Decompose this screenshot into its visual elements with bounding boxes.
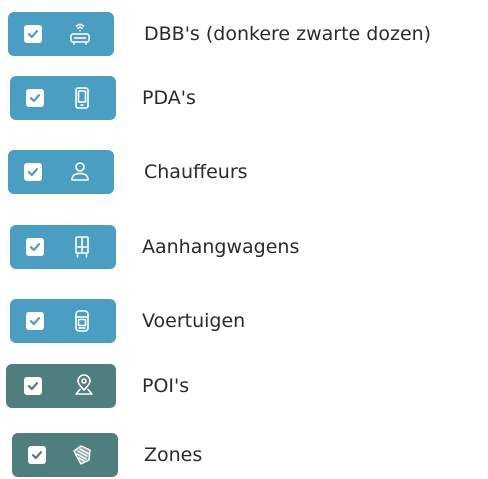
person-icon: [68, 159, 92, 185]
zone-icon: [70, 442, 94, 468]
layer-label: POI's: [142, 374, 190, 397]
layer-row-chauffeurs[interactable]: Chauffeurs: [8, 150, 248, 194]
checkbox-checked-icon[interactable]: [26, 312, 44, 330]
layer-label: PDA's: [142, 86, 196, 109]
layer-label: Aanhangwagens: [142, 235, 300, 258]
layer-row-dbb[interactable]: DBB's (donkere zwarte dozen): [8, 12, 431, 56]
layer-toggle-aanhangwagens[interactable]: [10, 225, 116, 269]
layer-row-zones[interactable]: Zones: [12, 433, 202, 477]
checkbox-checked-icon[interactable]: [26, 89, 44, 107]
layer-toggle-pda[interactable]: [10, 76, 116, 120]
trailer-icon: [70, 234, 94, 260]
layer-label: Chauffeurs: [144, 160, 248, 183]
map-pin-icon: [72, 373, 96, 399]
layer-toggle-zones[interactable]: [12, 433, 118, 477]
router-icon: [68, 21, 92, 47]
layer-row-pda[interactable]: PDA's: [10, 76, 196, 120]
layer-toggle-voertuigen[interactable]: [10, 299, 116, 343]
layer-label: Voertuigen: [142, 309, 246, 332]
layer-toggle-pois[interactable]: [6, 364, 116, 408]
checkbox-checked-icon[interactable]: [24, 25, 42, 43]
layer-row-aanhangwagens[interactable]: Aanhangwagens: [10, 225, 299, 269]
checkbox-checked-icon[interactable]: [28, 446, 46, 464]
layer-label: Zones: [144, 443, 203, 466]
layer-toggle-chauffeurs[interactable]: [8, 150, 114, 194]
vehicle-icon: [70, 308, 94, 334]
checkbox-checked-icon[interactable]: [26, 238, 44, 256]
checkbox-checked-icon[interactable]: [24, 377, 42, 395]
checkbox-checked-icon[interactable]: [24, 163, 42, 181]
layer-label: DBB's (donkere zwarte dozen): [144, 22, 432, 45]
layer-row-pois[interactable]: POI's: [6, 364, 189, 408]
tablet-icon: [70, 85, 94, 111]
layer-toggle-dbb[interactable]: [8, 12, 114, 56]
layer-row-voertuigen[interactable]: Voertuigen: [10, 299, 245, 343]
